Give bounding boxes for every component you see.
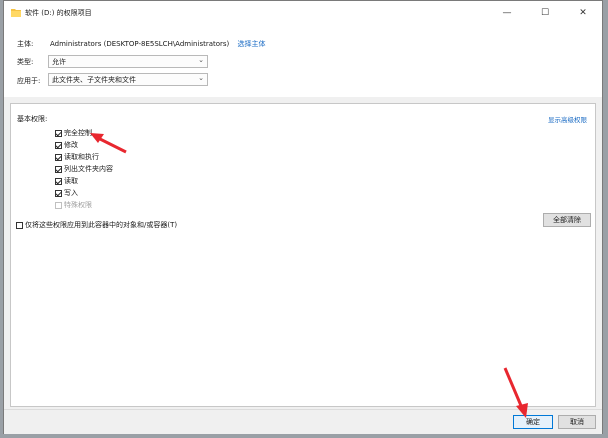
close-button[interactable]: ✕ — [564, 1, 602, 25]
title-bar: 软件 (D:) 的权限项目 — ☐ ✕ — [4, 1, 602, 25]
basic-permissions-section: 基本权限: 显示高级权限 完全控制 修改 读取和执行 列出文件夹内容 读取 写入… — [10, 103, 596, 407]
type-label: 类型: — [17, 58, 34, 66]
checkbox-icon[interactable] — [55, 129, 62, 137]
type-select[interactable]: 允许 ⌄ — [48, 55, 208, 68]
permission-read[interactable]: 读取 — [55, 176, 78, 186]
clear-all-button[interactable]: 全部清除 — [543, 213, 591, 227]
permission-special: 特殊权限 — [55, 200, 92, 210]
checkbox-icon[interactable] — [16, 221, 23, 229]
permission-full-control[interactable]: 完全控制 — [55, 128, 92, 138]
permission-label: 特殊权限 — [64, 201, 92, 209]
permission-list-folder[interactable]: 列出文件夹内容 — [55, 164, 113, 174]
principal-name: Administrators (DESKTOP-8E5SLCH\Administ… — [50, 40, 230, 48]
checkbox-icon[interactable] — [55, 189, 62, 197]
dialog-button-bar: 确定 取消 — [4, 409, 602, 434]
permission-label: 写入 — [64, 189, 78, 197]
applies-to-label: 应用于: — [17, 77, 41, 85]
permission-label: 列出文件夹内容 — [64, 165, 113, 173]
apply-only-to-container-checkbox[interactable]: 仅将这些权限应用到此容器中的对象和/或容器(T) — [16, 220, 177, 230]
permission-write[interactable]: 写入 — [55, 188, 78, 198]
principal-label: 主体: — [17, 40, 34, 48]
cancel-button[interactable]: 取消 — [558, 415, 596, 429]
folder-icon — [11, 9, 21, 17]
maximize-button[interactable]: ☐ — [526, 1, 564, 25]
minimize-button[interactable]: — — [488, 1, 526, 25]
permission-label: 完全控制 — [64, 129, 92, 137]
dropdown-chevron-icon: ⌄ — [198, 56, 204, 64]
applies-to-select-value: 此文件夹、子文件夹和文件 — [52, 76, 136, 84]
principal-value: Administrators (DESKTOP-8E5SLCH\Administ… — [50, 39, 266, 49]
select-principal-link[interactable]: 选择主体 — [238, 40, 266, 48]
permission-label: 修改 — [64, 141, 78, 149]
show-advanced-permissions-link[interactable]: 显示高级权限 — [548, 114, 587, 124]
checkbox-icon[interactable] — [55, 153, 62, 161]
principal-section: 主体: Administrators (DESKTOP-8E5SLCH\Admi… — [4, 25, 602, 97]
type-select-value: 允许 — [52, 58, 66, 66]
ok-button[interactable]: 确定 — [513, 415, 553, 429]
window-title: 软件 (D:) 的权限项目 — [25, 9, 92, 17]
checkbox-icon — [55, 201, 62, 209]
permission-label: 读取 — [64, 177, 78, 185]
checkbox-icon[interactable] — [55, 177, 62, 185]
dropdown-chevron-icon: ⌄ — [198, 74, 204, 82]
checkbox-icon[interactable] — [55, 141, 62, 149]
applies-to-select[interactable]: 此文件夹、子文件夹和文件 ⌄ — [48, 73, 208, 86]
permission-read-execute[interactable]: 读取和执行 — [55, 152, 99, 162]
checkbox-icon[interactable] — [55, 165, 62, 173]
permission-label: 读取和执行 — [64, 153, 99, 161]
permission-entry-dialog: 软件 (D:) 的权限项目 — ☐ ✕ 主体: Administrators (… — [3, 0, 603, 434]
basic-permissions-heading: 基本权限: — [17, 115, 48, 123]
apply-only-label: 仅将这些权限应用到此容器中的对象和/或容器(T) — [25, 221, 178, 229]
permission-modify[interactable]: 修改 — [55, 140, 78, 150]
